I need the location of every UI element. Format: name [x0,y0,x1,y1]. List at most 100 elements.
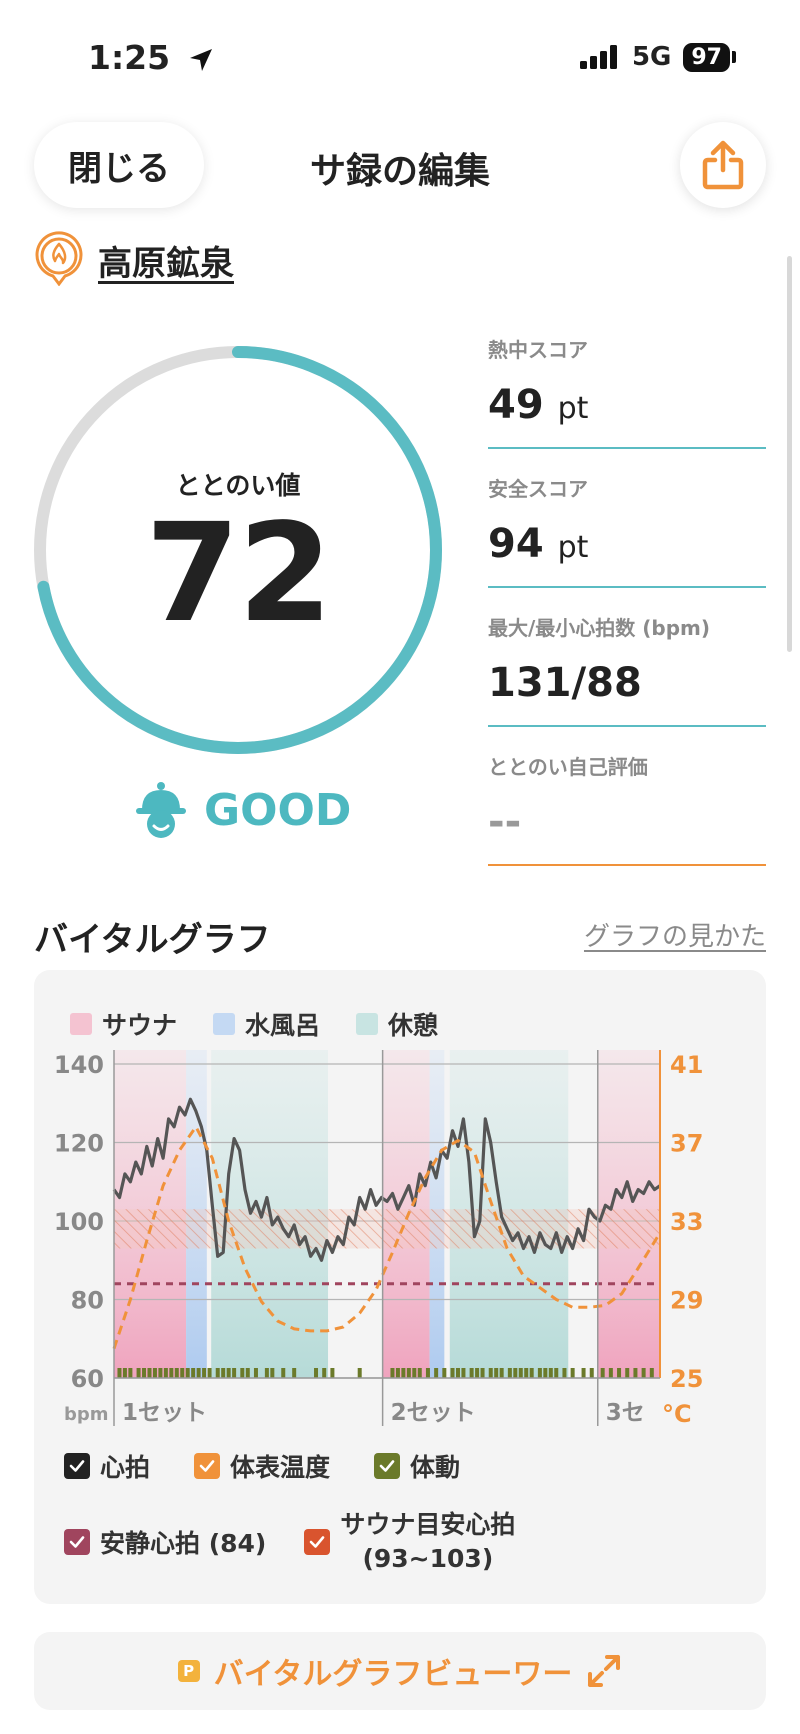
right-axis-unit: °C [662,1400,692,1428]
facility-pin-icon [34,230,84,290]
set-label: 2セット [391,1400,476,1426]
motion-tick [625,1368,630,1378]
motion-tick [649,1368,654,1378]
motion-tick [480,1368,485,1378]
motion-tick [395,1368,400,1378]
toggle-label: サウナ目安心拍 (93~103) [340,1510,516,1573]
motion-tick [633,1368,638,1378]
motion-tick [548,1368,553,1378]
rating: GOOD [134,780,351,840]
motion-tick [570,1368,575,1378]
motion-tick [122,1368,127,1378]
vital-graph-viewer-button[interactable]: P バイタルグラフビューワー [34,1632,766,1710]
motion-tick [142,1368,147,1378]
viewer-button-label: バイタルグラフビューワー [213,1657,573,1692]
motion-tick [253,1368,258,1378]
checkbox-icon[interactable] [64,1528,90,1555]
toggle-target-hr[interactable]: サウナ目安心拍 (93~103) [304,1508,515,1576]
facility-name-link[interactable]: 高原鉱泉 [98,236,234,285]
legend-swatch [70,1013,92,1035]
motion-tick [180,1368,185,1378]
motion-tick [136,1368,141,1378]
legend-label: 水風呂 [245,1011,321,1040]
checkbox-icon[interactable] [194,1453,221,1479]
motion-tick [450,1368,455,1378]
y-tick-left: 120 [54,1130,104,1158]
battery-tip [732,51,736,63]
y-tick-left: 80 [71,1287,104,1315]
motion-tick [600,1368,605,1378]
vital-graph-card: サウナ 水風呂 休憩 140 120 100 80 60 41 37 33 29… [34,970,766,1604]
motion-tick [169,1368,174,1378]
y-tick-right: 37 [670,1130,703,1158]
stat-label: 最大/最小心拍数 (bpm) [488,616,711,640]
stat-value: 49 pt [488,382,589,428]
motion-tick [434,1368,439,1378]
motion-tick [507,1368,512,1378]
motion-tick [270,1368,275,1378]
legend-label: サウナ [102,1011,178,1040]
motion-tick [207,1368,212,1378]
y-tick-right: 33 [670,1208,703,1236]
phase-legend: サウナ 水風呂 休憩 [70,1006,438,1042]
motion-tick [406,1368,411,1378]
scrollbar[interactable] [787,256,792,652]
motion-tick [581,1368,586,1378]
stat-divider [488,725,766,727]
toggle-resting-hr[interactable]: 安静心拍 (84) [64,1524,266,1560]
motion-tick [117,1368,122,1378]
motion-tick [196,1368,201,1378]
series-toggles-row-2: 安静心拍 (84) サウナ目安心拍 (93~103) [64,1508,515,1576]
motion-tick [245,1368,250,1378]
stat-label: 安全スコア [488,477,588,501]
checkbox-icon[interactable] [64,1453,90,1479]
motion-tick [537,1368,542,1378]
checkbox-icon[interactable] [374,1453,401,1479]
motion-tick [221,1368,226,1378]
toggle-label: 体表温度 [230,1453,331,1482]
toggle-skin-temp[interactable]: 体表温度 [194,1448,330,1484]
motion-tick [357,1368,362,1378]
gauge-value: 72 [145,495,332,653]
motion-tick [185,1368,190,1378]
section-title: バイタルグラフ [34,920,271,960]
share-button[interactable] [680,122,766,208]
left-axis-unit: bpm [64,1404,109,1425]
motion-tick [617,1368,622,1378]
toggle-heart-rate[interactable]: 心拍 [64,1448,150,1484]
motion-tick [292,1368,297,1378]
battery-icon: 97 [683,42,730,72]
stat-self-rating[interactable]: ととのい自己評価 -- [488,751,766,866]
motion-tick [442,1368,447,1378]
motion-tick [322,1368,327,1378]
legend-item-rest: 休憩 [356,1006,438,1042]
motion-tick [163,1368,168,1378]
network-type: 5G [631,42,672,72]
stat-value[interactable]: -- [488,802,766,842]
stat-safety-score: 安全スコア 94 pt [488,473,766,588]
motion-tick [226,1368,231,1378]
motion-tick [232,1368,237,1378]
toggle-label: 安静心拍 (84) [100,1528,267,1558]
motion-tick [518,1368,523,1378]
toggle-body-motion[interactable]: 体動 [374,1448,460,1484]
toggle-label: 体動 [410,1453,461,1482]
stat-value: 131/88 [488,660,642,706]
motion-tick [412,1368,417,1378]
stat-divider [488,447,766,449]
stat-label: 熱中スコア [488,338,588,362]
motion-tick [513,1368,518,1378]
signal-icon [579,45,617,69]
motion-tick [314,1368,319,1378]
graph-help-link[interactable]: グラフの見かた [584,916,766,953]
checkbox-icon[interactable] [304,1528,331,1555]
share-icon [702,140,744,190]
motion-tick [215,1368,220,1378]
legend-swatch [356,1013,379,1035]
stat-heat-score: 熱中スコア 49 pt [488,334,766,449]
set-label: 3セ [606,1400,645,1426]
motion-tick [475,1368,480,1378]
motion-tick [174,1368,179,1378]
motion-tick [390,1368,395,1378]
stat-value: 94 pt [488,521,589,567]
